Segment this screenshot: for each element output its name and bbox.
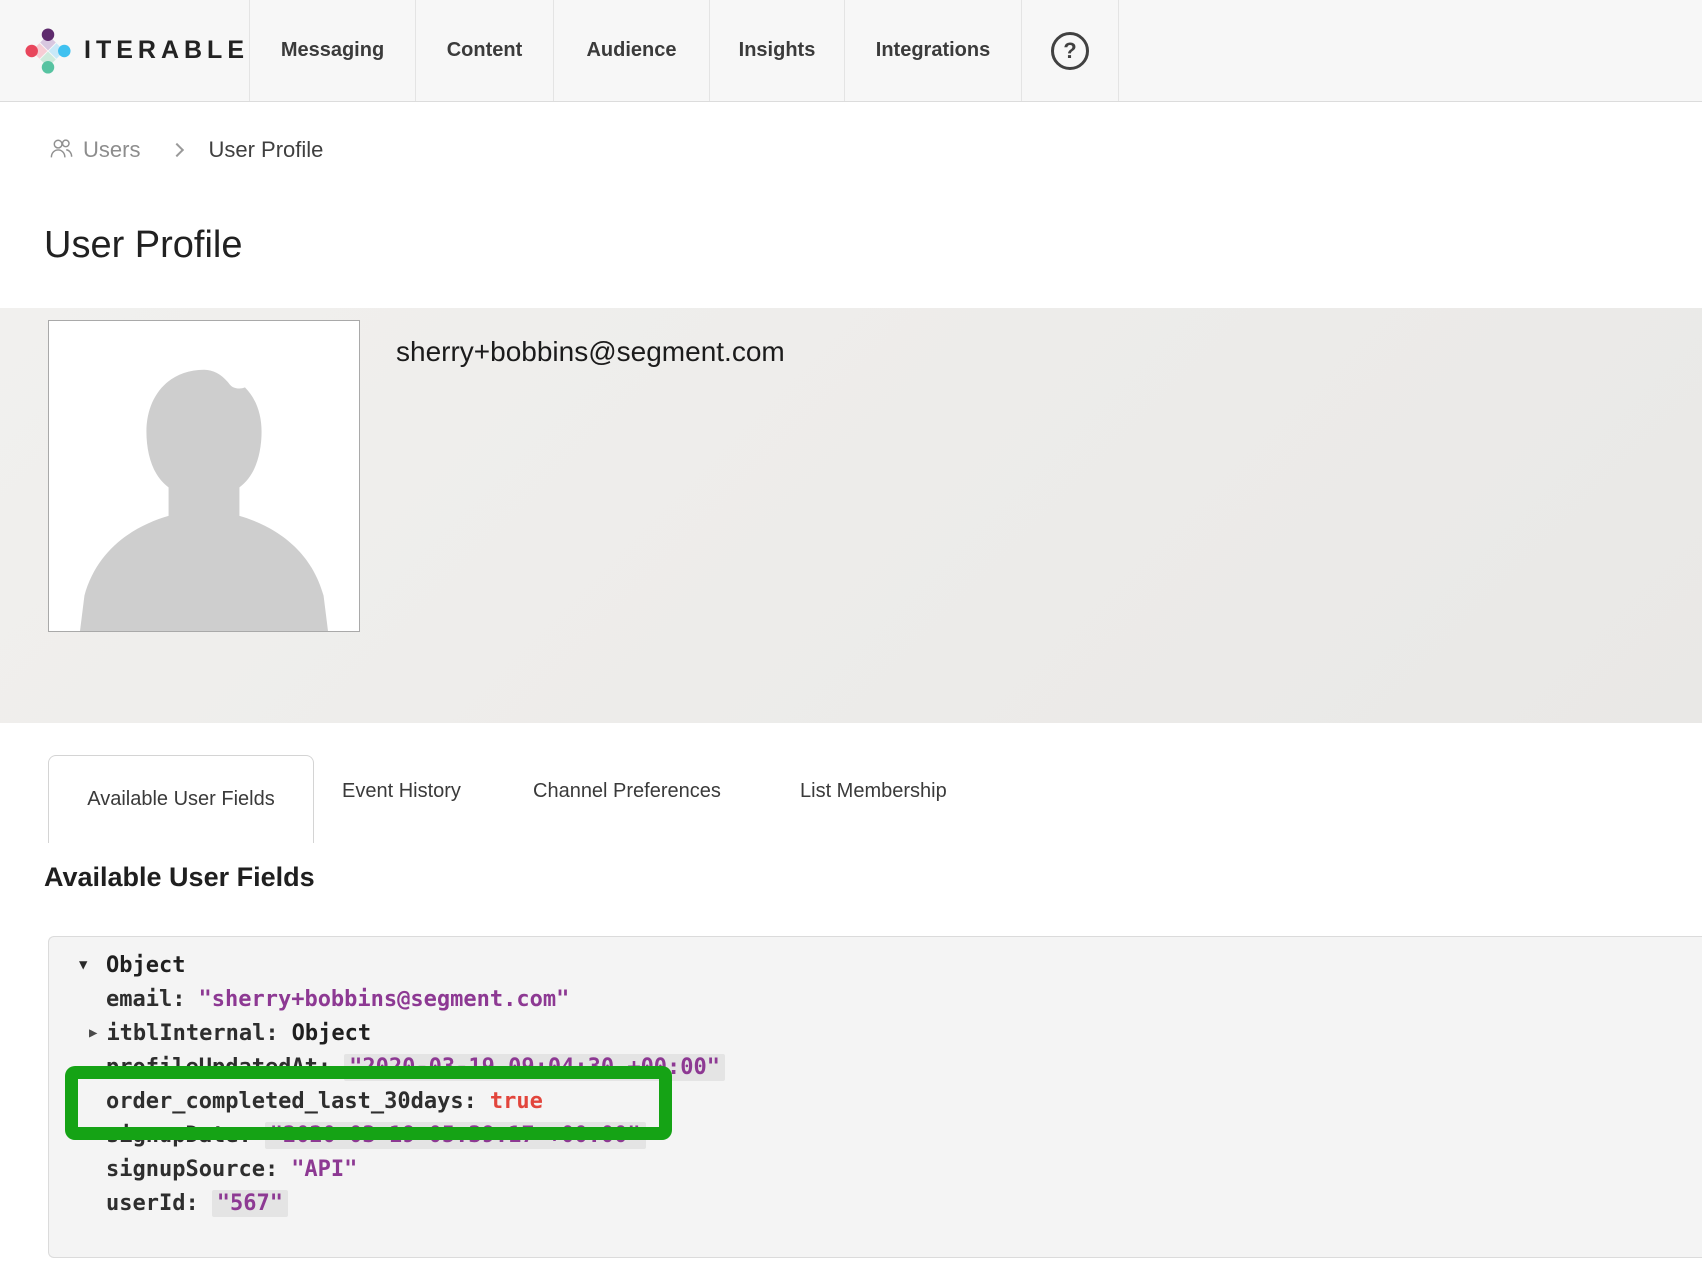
brand-name: ITERABLE xyxy=(84,36,249,65)
field-row-signupsource: signupSource: "API" xyxy=(79,1152,1702,1186)
field-row-signupdate: signupDate: "2020-03-19 05:39:17 +00:00" xyxy=(79,1118,1702,1152)
brand-logo[interactable]: ITERABLE xyxy=(0,0,250,101)
field-value-highlighted: "567" xyxy=(212,1190,288,1217)
nav-item-audience[interactable]: Audience xyxy=(554,0,710,101)
nav-item-content[interactable]: Content xyxy=(416,0,554,101)
tab-channel-preferences[interactable]: Channel Preferences xyxy=(533,780,721,803)
breadcrumb-users-link[interactable]: Users xyxy=(48,136,140,163)
field-key: order_completed_last_30days: xyxy=(106,1089,477,1114)
field-row-itblinternal: ▶ itblInternal: Object xyxy=(79,1016,1702,1050)
field-key: itblInternal: xyxy=(106,1021,278,1046)
user-profile-page: ITERABLE Messaging Content Audience Insi… xyxy=(0,0,1702,1276)
root-object-label: Object xyxy=(106,953,185,978)
field-key: userId: xyxy=(106,1191,199,1216)
users-icon xyxy=(48,136,75,163)
available-user-fields-box: ▼ Object email: "sherry+bobbins@segment.… xyxy=(48,936,1702,1258)
help-icon[interactable]: ? xyxy=(1051,32,1089,70)
field-row-root: ▼ Object xyxy=(79,948,1702,982)
field-row-profileupdatedat: profileUpdatedAt: "2020-03-19 09:04:30 +… xyxy=(79,1050,1702,1084)
collapse-expander-icon[interactable]: ▼ xyxy=(79,957,106,973)
page-title: User Profile xyxy=(44,224,243,267)
field-value: true xyxy=(490,1089,543,1114)
field-key: profileUpdatedAt: xyxy=(106,1055,331,1080)
field-row-email: email: "sherry+bobbins@segment.com" xyxy=(79,982,1702,1016)
tab-event-history[interactable]: Event History xyxy=(342,780,461,803)
field-value: "sherry+bobbins@segment.com" xyxy=(198,987,569,1012)
user-email: sherry+bobbins@segment.com xyxy=(396,336,785,368)
field-value: Object xyxy=(292,1021,371,1046)
breadcrumb: Users User Profile xyxy=(48,136,323,163)
nav-item-insights[interactable]: Insights xyxy=(710,0,845,101)
field-row-order-completed-last-30days: order_completed_last_30days: true xyxy=(79,1084,1702,1118)
field-value-highlighted: "2020-03-19 09:04:30 +00:00" xyxy=(344,1054,725,1081)
tab-available-user-fields[interactable]: Available User Fields xyxy=(48,755,314,843)
section-heading: Available User Fields xyxy=(44,862,315,893)
tab-list-membership[interactable]: List Membership xyxy=(800,780,947,803)
breadcrumb-users-label: Users xyxy=(83,137,140,163)
help-glyph: ? xyxy=(1063,38,1076,64)
breadcrumb-current: User Profile xyxy=(208,137,323,163)
tab-available-user-fields-label: Available User Fields xyxy=(87,788,275,811)
field-value-highlighted: "2020-03-19 05:39:17 +00:00" xyxy=(265,1122,646,1149)
expand-expander-icon[interactable]: ▶ xyxy=(89,1025,97,1041)
profile-header-band: sherry+bobbins@segment.com xyxy=(0,308,1702,723)
field-row-userid: userId: "567" xyxy=(79,1186,1702,1220)
field-key: signupDate: xyxy=(106,1123,252,1148)
iterable-logo-icon xyxy=(24,18,72,84)
field-key: email: xyxy=(106,987,185,1012)
field-key: signupSource: xyxy=(106,1157,278,1182)
nav-item-integrations[interactable]: Integrations xyxy=(845,0,1022,101)
top-navbar: ITERABLE Messaging Content Audience Insi… xyxy=(0,0,1702,102)
avatar-placeholder-icon xyxy=(49,321,359,631)
nav-item-messaging[interactable]: Messaging xyxy=(250,0,416,101)
breadcrumb-chevron-icon xyxy=(170,142,184,156)
field-value: "API" xyxy=(291,1157,357,1182)
nav-help-cell: ? xyxy=(1022,0,1119,101)
avatar xyxy=(48,320,360,632)
